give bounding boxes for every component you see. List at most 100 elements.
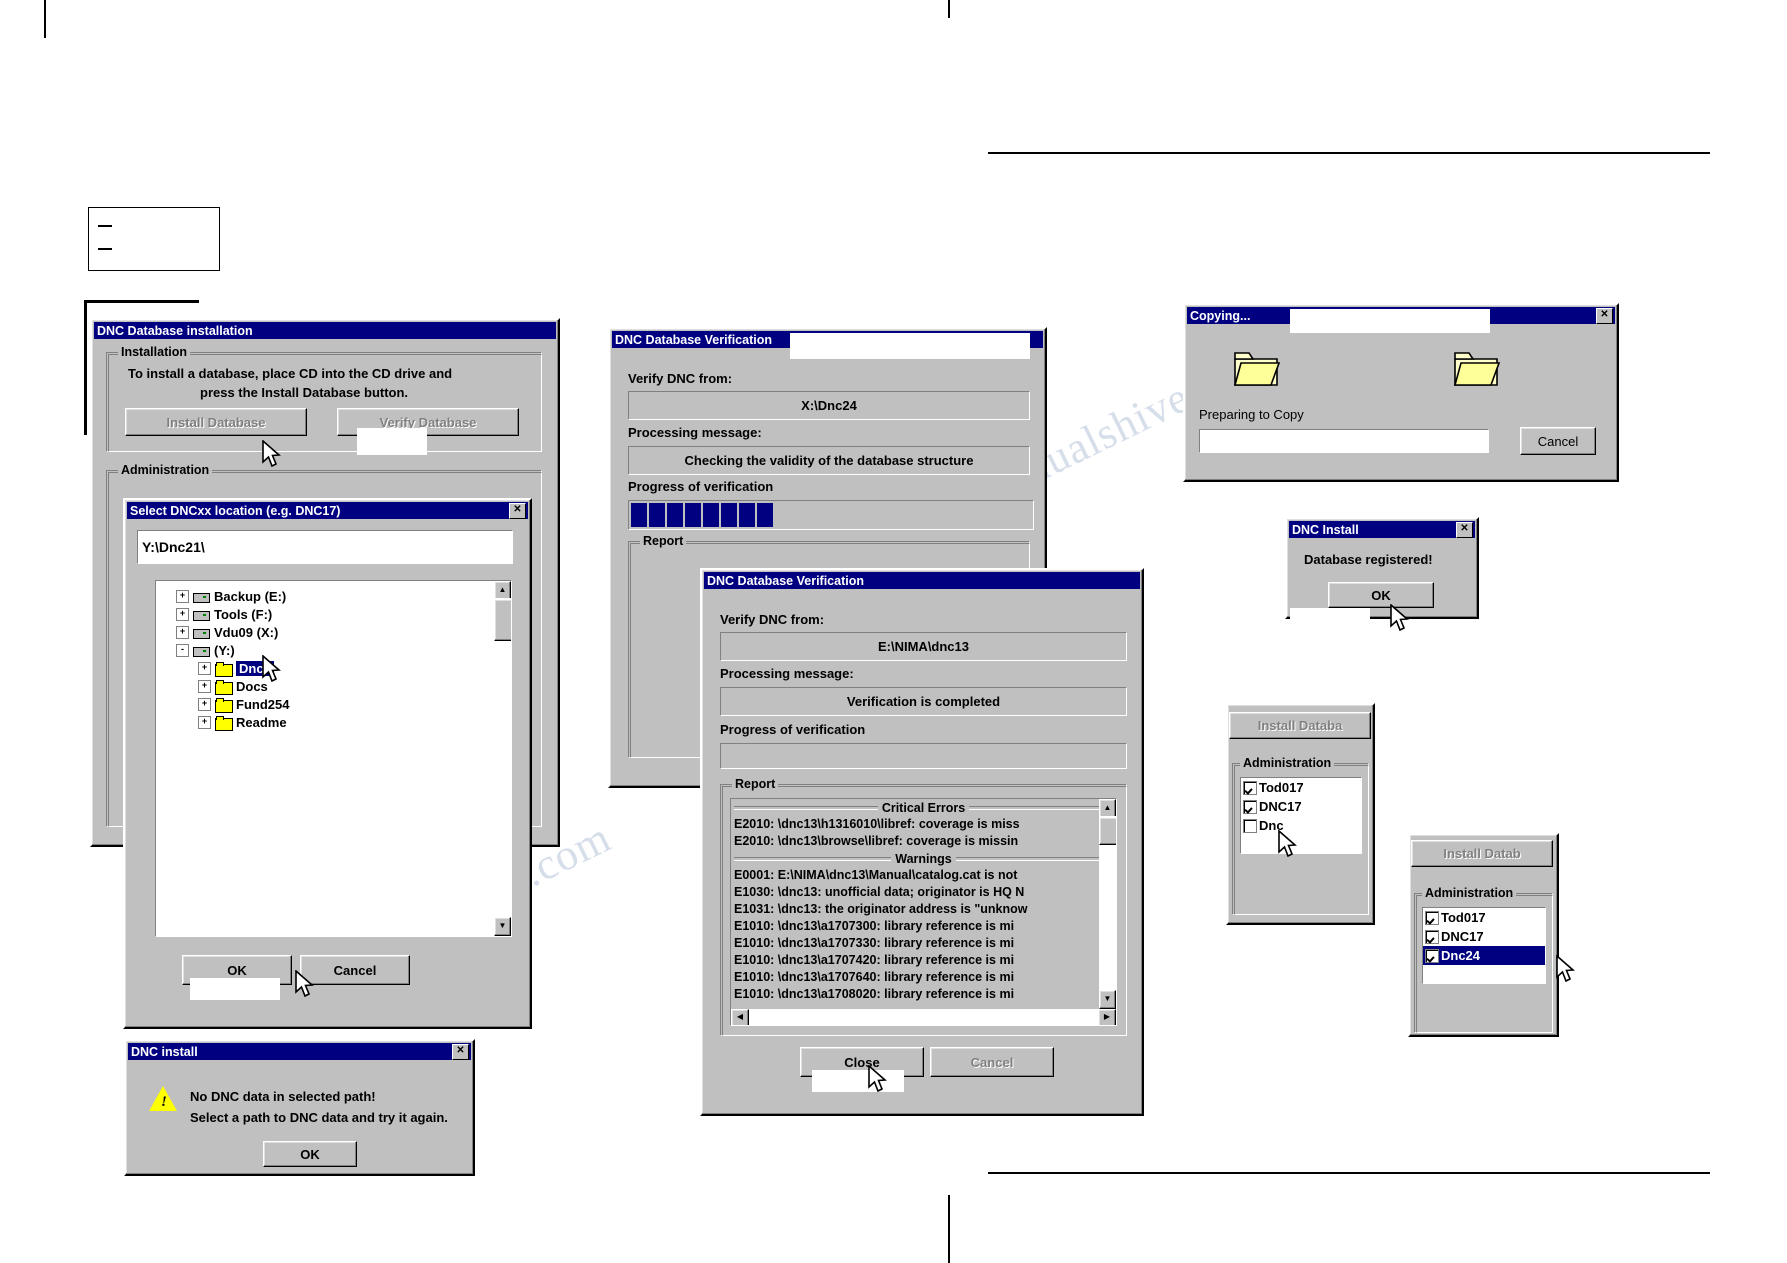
verify-from-label: Verify DNC from: [628, 371, 732, 386]
list-item-label: Tod017 [1259, 780, 1304, 795]
progress-label: Progress of verification [628, 479, 773, 494]
mouse-cursor-ok [295, 970, 317, 1000]
list-item[interactable]: Tod017 [1241, 778, 1361, 797]
tree-item[interactable]: + Fund254 [176, 695, 511, 713]
list-item-selected[interactable]: Dnc24 [1423, 946, 1545, 965]
expander-icon[interactable]: + [198, 698, 211, 711]
expander-icon[interactable]: + [198, 680, 211, 693]
close-overlay-blank [812, 1070, 904, 1092]
dnc-database-verification-front-window: DNC Database Verification Verify DNC fro… [700, 568, 1144, 1116]
folder-icon [215, 698, 232, 711]
install-database-button[interactable]: Install Database [125, 408, 307, 436]
tree-item[interactable]: + Backup (E:) [176, 587, 511, 605]
titlebar[interactable]: Select DNCxx location (e.g. DNC17) ✕ [127, 502, 528, 519]
checkbox-icon[interactable] [1425, 911, 1439, 925]
bottom-right-rule [988, 1172, 1710, 1174]
tree-item[interactable]: - (Y:) [176, 641, 511, 659]
database-checkbox-list[interactable]: Tod017 DNC17 Dnc24 [1422, 907, 1546, 984]
registered-message: Database registered! [1304, 552, 1433, 567]
report-line: E2010: \dnc13\browse\libref: coverage is… [731, 833, 1116, 850]
bottom-center-rule [948, 1195, 950, 1263]
scroll-down-icon[interactable]: ▼ [1099, 990, 1116, 1009]
scroll-thumb[interactable] [494, 599, 512, 641]
scroll-thumb[interactable] [1099, 817, 1117, 845]
select-dncxx-location-window: Select DNCxx location (e.g. DNC17) ✕ Y:\… [123, 498, 532, 1029]
tree-item-selected[interactable]: + Dnc2 [176, 659, 511, 677]
disk-icon [193, 590, 210, 603]
ok-button[interactable]: OK [263, 1141, 357, 1167]
divider [969, 806, 1113, 810]
tree-item[interactable]: + Docs [176, 677, 511, 695]
folder-icon [215, 662, 232, 675]
list-item[interactable]: Dnc [1241, 816, 1361, 835]
list-item-label: Tod017 [1441, 910, 1486, 925]
administration-group-label: Administration [1422, 886, 1516, 900]
close-icon[interactable]: ✕ [452, 1044, 469, 1060]
path-input[interactable]: Y:\Dnc21\ [137, 530, 513, 564]
titlebar[interactable]: DNC Database installation [94, 322, 556, 339]
scroll-left-icon[interactable]: ◀ [731, 1009, 749, 1026]
tree-item-label: Readme [236, 715, 287, 730]
report-group-label: Report [732, 777, 778, 791]
cancel-button[interactable]: Cancel [1520, 427, 1596, 455]
report-vertical-scrollbar[interactable]: ▲ ▼ [1099, 799, 1116, 1009]
report-line: E1010: \dnc13\a1707300: library referenc… [731, 918, 1116, 935]
copying-window: Copying... ✕ Preparing to Copy Cancel [1183, 303, 1619, 482]
callout-bracket-horizontal [84, 300, 199, 303]
directory-tree[interactable]: + Backup (E:) + Tools (F:) + Vdu09 (X:) … [155, 580, 512, 937]
note-dash-1 [98, 225, 112, 227]
top-right-rule [988, 152, 1710, 154]
tree-item[interactable]: + Tools (F:) [176, 605, 511, 623]
report-line: E1031: \dnc13: the originator address is… [731, 901, 1116, 918]
close-icon[interactable]: ✕ [1456, 522, 1473, 538]
list-item[interactable]: DNC17 [1423, 927, 1545, 946]
list-item[interactable]: DNC17 [1241, 797, 1361, 816]
scroll-track[interactable] [494, 598, 511, 919]
cancel-button[interactable]: Cancel [930, 1047, 1054, 1077]
processing-message-value: Checking the validity of the database st… [628, 446, 1030, 475]
mouse-cursor-tree [262, 655, 284, 685]
scroll-down-icon[interactable]: ▼ [494, 917, 511, 936]
install-database-button[interactable]: Install Databa [1229, 712, 1371, 739]
copy-progress-bar [1199, 429, 1489, 453]
expander-icon[interactable]: - [176, 644, 189, 657]
report-line: E1010: \dnc13\a1707420: library referenc… [731, 952, 1116, 969]
expander-icon[interactable]: + [176, 608, 189, 621]
expander-icon[interactable]: + [176, 590, 189, 603]
destination-folder-icon [1453, 349, 1501, 389]
checkbox-icon[interactable] [1243, 819, 1257, 833]
report-list[interactable]: Critical Errors E2010: \dnc13\h1316010\l… [730, 798, 1117, 1026]
expander-icon[interactable]: + [198, 716, 211, 729]
titlebar[interactable]: DNC Database Verification [704, 572, 1140, 589]
expander-icon[interactable]: + [176, 626, 189, 639]
checkbox-icon[interactable] [1243, 800, 1257, 814]
close-icon[interactable]: ✕ [1596, 308, 1613, 324]
list-item-label: DNC17 [1441, 929, 1484, 944]
scroll-right-icon[interactable]: ▶ [1098, 1009, 1116, 1026]
titlebar-blank-overlay [790, 333, 1030, 359]
install-instruction-line2: press the Install Database button. [200, 385, 408, 400]
tree-item[interactable]: + Vdu09 (X:) [176, 623, 511, 641]
titlebar[interactable]: DNC Install ✕ [1289, 521, 1475, 538]
checkbox-icon[interactable] [1425, 949, 1439, 963]
error-message-line2: Select a path to DNC data and try it aga… [190, 1110, 448, 1125]
disk-icon [193, 644, 210, 657]
titlebar[interactable]: DNC install ✕ [128, 1043, 471, 1060]
tree-scrollbar[interactable]: ▲ ▼ [494, 581, 511, 936]
close-icon[interactable]: ✕ [509, 503, 526, 519]
tree-item[interactable]: + Readme [176, 713, 511, 731]
processing-message-label: Processing message: [720, 666, 854, 681]
administration-group-label: Administration [118, 463, 212, 477]
install-database-button[interactable]: Install Datab [1411, 840, 1553, 867]
checkbox-icon[interactable] [1425, 930, 1439, 944]
database-checkbox-list[interactable]: Tod017 DNC17 Dnc [1240, 777, 1362, 854]
list-item[interactable]: Tod017 [1423, 908, 1545, 927]
ok-button[interactable]: OK [1328, 582, 1434, 608]
expander-icon[interactable]: + [198, 662, 211, 675]
critical-errors-header: Critical Errors [731, 799, 1116, 816]
verify-from-path: E:\NIMA\dnc13 [720, 632, 1127, 661]
tree-item-label: Backup (E:) [214, 589, 286, 604]
checkbox-icon[interactable] [1243, 781, 1257, 795]
report-line: E1030: \dnc13: unofficial data; originat… [731, 884, 1116, 901]
report-horizontal-scrollbar[interactable]: ◀ ▶ [731, 1009, 1116, 1025]
